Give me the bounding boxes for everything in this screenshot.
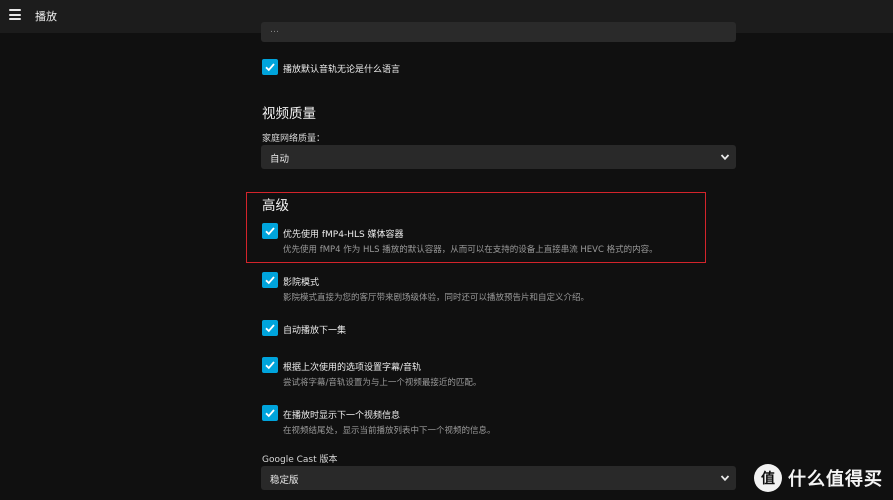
watermark-logo-glyph: 值	[761, 470, 775, 487]
cinema-mode-label: 影院模式	[283, 278, 320, 288]
autoplay-next-label: 自动播放下一集	[283, 326, 347, 336]
remember-tracks-checkbox[interactable]	[262, 357, 278, 373]
fmp4-hls-checkbox[interactable]	[262, 223, 278, 239]
video-quality-heading: 视频质量	[262, 106, 316, 122]
fmp4-hls-label: 优先使用 fMP4-HLS 媒体容器	[283, 230, 404, 240]
watermark-text: 什么值得买	[788, 469, 883, 490]
checkmark-icon	[265, 409, 275, 418]
next-video-info-label: 在播放时显示下一个视频信息	[283, 411, 401, 421]
google-cast-version-select[interactable]: 稳定版	[261, 466, 736, 490]
fmp4-hls-description: 优先使用 fMP4 作为 HLS 播放的默认容器，从而可以在支持的设备上直接串流…	[283, 245, 658, 255]
home-network-label: 家庭网络质量：	[262, 134, 326, 144]
chevron-down-icon	[720, 154, 730, 161]
checkmark-icon	[265, 361, 275, 370]
advanced-heading: 高级	[262, 198, 289, 214]
home-network-quality-select[interactable]: 自动	[261, 145, 736, 169]
cinema-mode-description: 影院模式直接为您的客厅带来剧场级体验，同时还可以播放预告片和自定义介绍。	[283, 293, 590, 303]
google-cast-label: Google Cast 版本	[262, 455, 338, 465]
google-cast-version-value: 稳定版	[270, 475, 299, 486]
watermark-logo-icon: 值	[754, 464, 782, 492]
autoplay-next-checkbox[interactable]	[262, 320, 278, 336]
next-video-info-checkbox[interactable]	[262, 405, 278, 421]
audio-language-select[interactable]: …	[261, 22, 736, 42]
svg-text:值: 值	[761, 470, 775, 487]
chevron-down-icon	[720, 475, 730, 482]
default-audio-label: 播放默认音轨无论是什么语言	[283, 65, 401, 75]
checkmark-icon	[265, 324, 275, 333]
default-audio-checkbox[interactable]	[262, 59, 278, 75]
watermark: 值 什么值得买	[754, 462, 883, 494]
checkmark-icon	[265, 276, 275, 285]
remember-tracks-description: 尝试将字幕/音轨设置为与上一个视频最接近的匹配。	[283, 378, 482, 388]
home-network-quality-value: 自动	[270, 154, 290, 165]
checkmark-icon	[265, 227, 275, 236]
checkmark-icon	[265, 63, 275, 72]
hamburger-menu-icon[interactable]	[9, 9, 21, 20]
remember-tracks-label: 根据上次使用的选项设置字幕/音轨	[283, 363, 422, 373]
cinema-mode-checkbox[interactable]	[262, 272, 278, 288]
page-title: 播放	[35, 10, 57, 23]
audio-language-value: …	[270, 25, 279, 35]
next-video-info-description: 在视频结尾处，显示当前播放列表中下一个视频的信息。	[283, 426, 496, 436]
